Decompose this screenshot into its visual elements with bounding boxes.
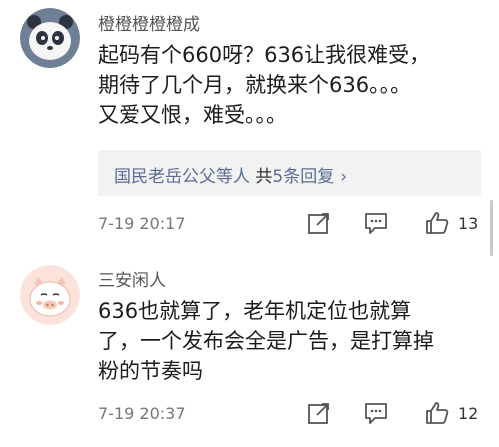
comment-line: 粉的节奏吗	[98, 359, 203, 383]
like-count: 13	[458, 214, 479, 233]
panda-avatar-icon[interactable]	[20, 8, 80, 68]
comment-icon[interactable]	[363, 210, 391, 238]
replies-preview[interactable]: 国民老岳公父等人 共5条回复 ›	[98, 150, 481, 196]
like-icon[interactable]	[424, 400, 452, 428]
username[interactable]: 三安闲人	[98, 266, 166, 291]
like-count: 12	[458, 404, 479, 423]
comment-icon[interactable]	[363, 400, 391, 428]
username[interactable]: 橙橙橙橙橙成	[98, 10, 200, 35]
replies-summary[interactable]: 国民老岳公父等人 共5条回复 ›	[114, 162, 347, 187]
scrollbar[interactable]	[490, 200, 493, 256]
chevron-right-icon: ›	[340, 167, 348, 187]
share-icon[interactable]	[306, 400, 334, 428]
reply-mid-text: 共	[250, 167, 273, 187]
comment-text: 起码有个660呀？636让我很难受， 期待了几个月，就换来个636。。。 又爱又…	[98, 40, 473, 130]
comment-text: 636也就算了，老年机定位也就算 了，一个发布会全是广告，是打算掉 粉的节奏吗	[98, 296, 473, 386]
comment-line: 了，一个发布会全是广告，是打算掉	[98, 329, 434, 353]
timestamp: 7-19 20:17	[98, 214, 186, 233]
pig-avatar-icon[interactable]	[20, 265, 80, 325]
like-icon[interactable]	[424, 210, 452, 238]
comment-line: 期待了几个月，就换来个636。。。	[98, 73, 412, 97]
reply-count[interactable]: 5条回复	[272, 167, 334, 187]
share-icon[interactable]	[306, 210, 334, 238]
comment-meta: 7-19 20:37 12	[98, 400, 483, 430]
timestamp: 7-19 20:37	[98, 404, 186, 423]
comment-meta: 7-19 20:17 13	[98, 210, 483, 240]
reply-users[interactable]: 国民老岳公父等人	[114, 167, 250, 187]
comment-line: 又爱又恨，难受。。。	[98, 103, 287, 127]
comment-line: 起码有个660呀？636让我很难受，	[98, 43, 431, 67]
comment-line: 636也就算了，老年机定位也就算	[98, 299, 412, 323]
